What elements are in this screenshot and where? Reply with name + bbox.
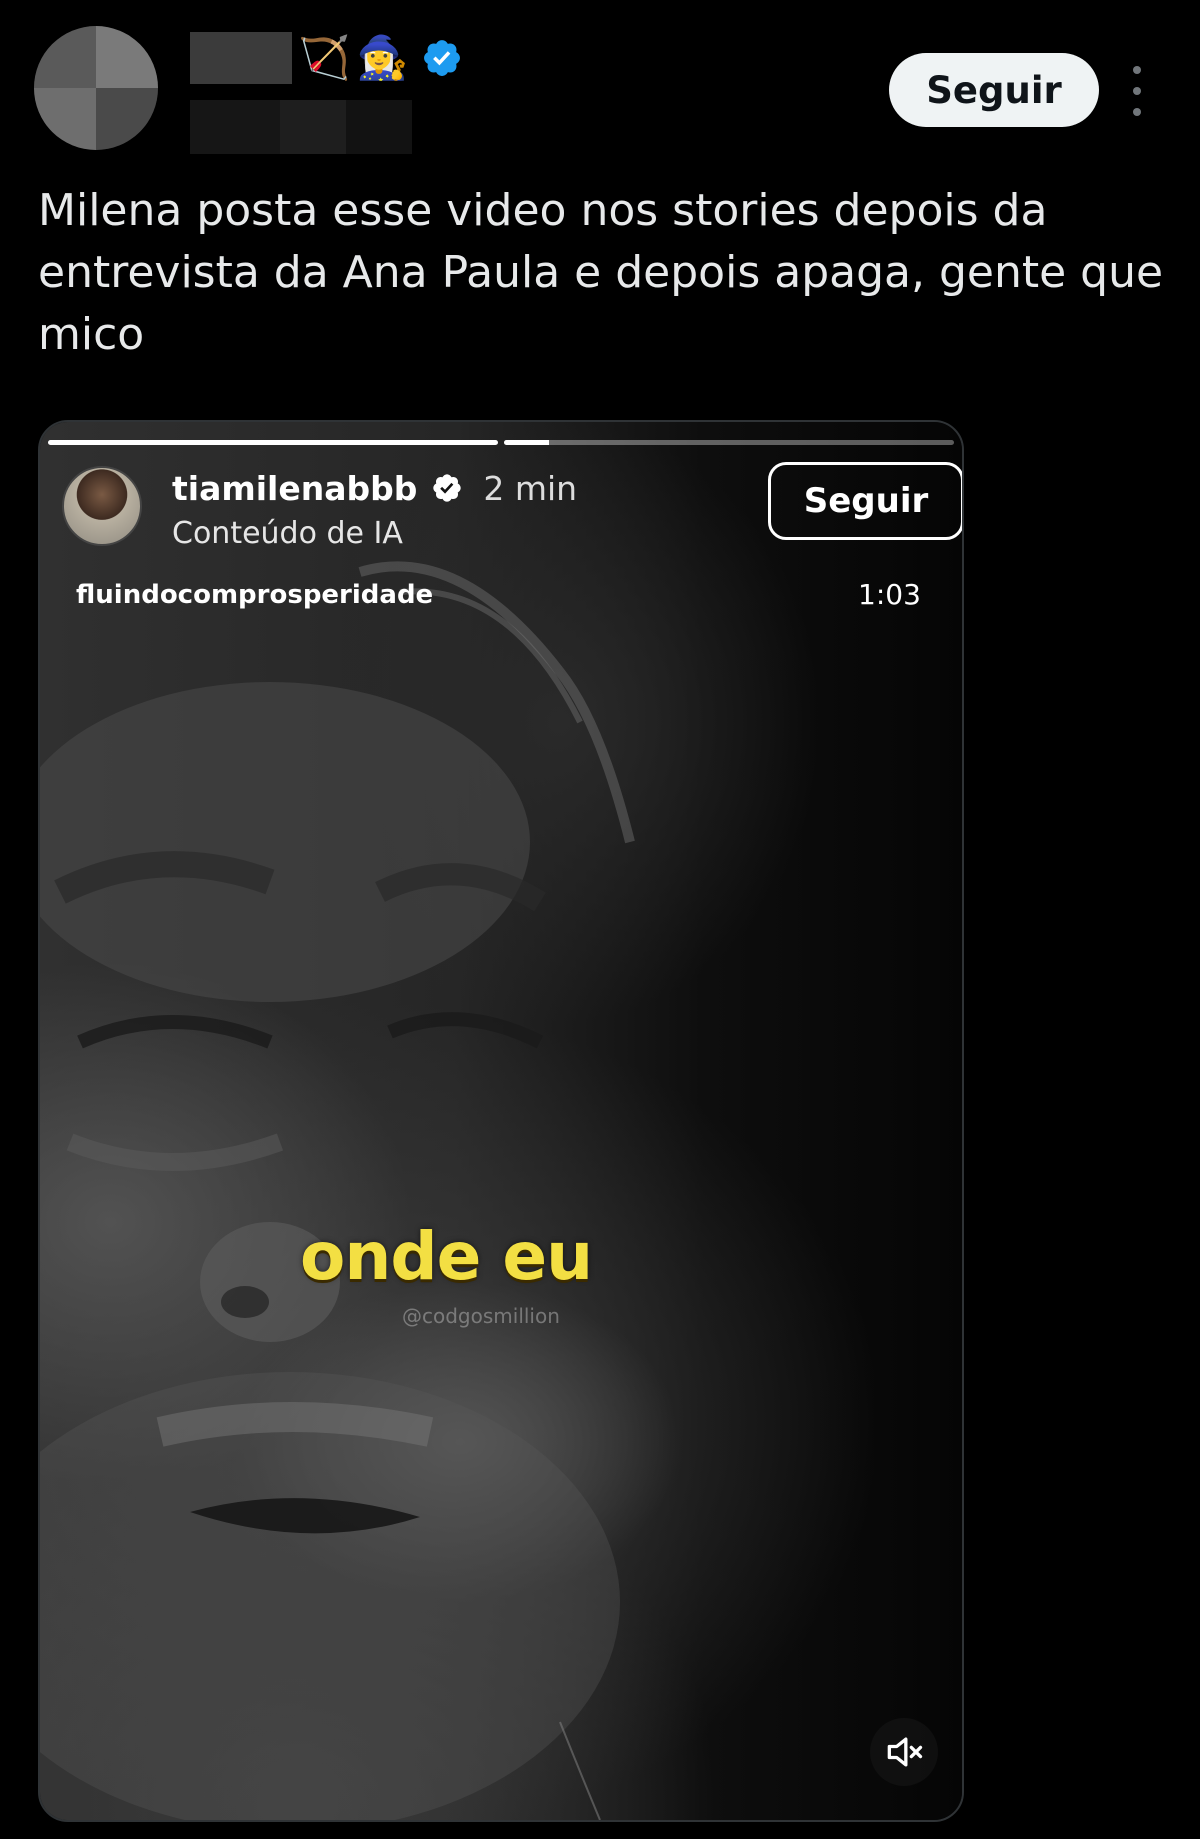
follow-button[interactable]: Seguir [889,53,1099,127]
verified-badge-icon [423,40,460,76]
video-caption: onde eu [300,1218,593,1295]
tweet-text: Milena posta esse video nos stories depo… [38,185,1164,360]
author-avatar[interactable] [34,26,158,150]
tweet-video[interactable]: tiamilenabbb 2 min Conteúdo de IA Seguir… [38,420,964,1822]
story-progress-segment-fill [504,440,549,445]
mute-toggle-button[interactable] [870,1718,938,1786]
story-username[interactable]: tiamilenabbb [172,469,417,508]
story-progress-segment [48,440,498,445]
story-duration: 1:03 [858,578,921,611]
speaker-muted-icon [887,1737,923,1767]
story-follow-button[interactable]: Seguir [768,462,962,540]
video-watermark: @codgosmillion [402,1304,560,1328]
more-options-icon[interactable] [1125,66,1149,116]
story-time-ago: 2 min [483,468,578,508]
mage-emoji: 🧙‍♀️ [356,33,409,82]
author-name-row[interactable]: 🏹 🧙‍♀️ [190,30,463,86]
bow-and-arrow-emoji: 🏹 [298,33,351,82]
story-progress-segment [504,440,954,445]
story-verified-icon [433,474,462,502]
story-audio-source[interactable]: fluindocomprosperidade [76,580,433,610]
story-ai-content-label: Conteúdo de IA [172,516,403,551]
story-avatar[interactable] [62,466,142,546]
story-progress-segment-fill [48,440,498,445]
author-name-redacted[interactable] [190,32,292,84]
video-frame-face [40,561,635,1820]
story-progress-bar [48,440,954,445]
story-user-row: tiamilenabbb 2 min [172,464,577,512]
author-handle-redacted [190,100,412,154]
